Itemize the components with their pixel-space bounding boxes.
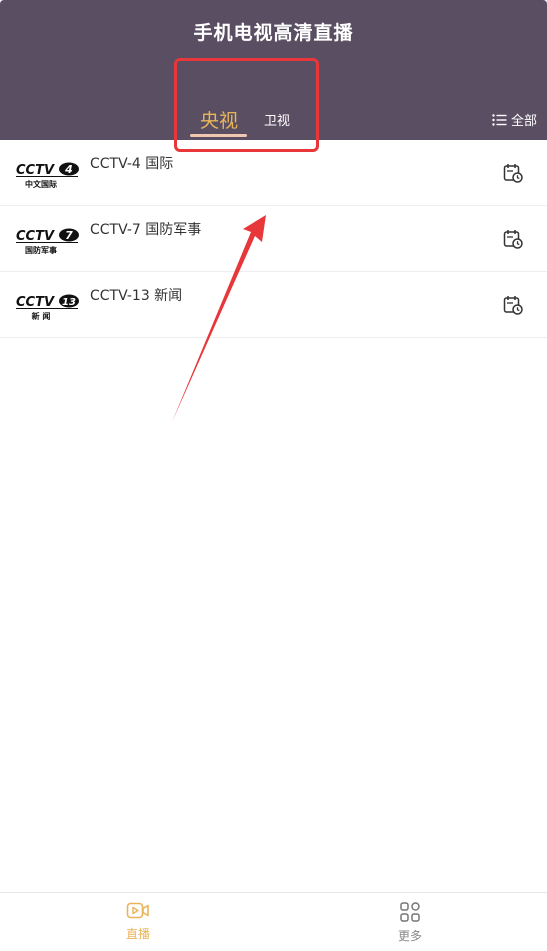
svg-text:CCTV: CCTV	[16, 163, 55, 178]
video-play-icon	[126, 902, 149, 919]
nav-live[interactable]: 直播	[108, 901, 168, 942]
grid-apps-icon	[400, 902, 420, 922]
active-tab-indicator	[190, 134, 247, 137]
nav-more[interactable]: 更多	[380, 901, 440, 944]
all-channels-label: 全部	[511, 114, 538, 129]
app-title: 手机电视高清直播	[193, 22, 354, 44]
cctv13-logo: CCTV 13 新 闻	[16, 294, 79, 320]
all-channels-button[interactable]: 全部	[492, 110, 537, 129]
calendar-clock-icon[interactable]	[503, 295, 523, 315]
svg-text:CCTV: CCTV	[16, 229, 55, 244]
channel-name: CCTV-7 国防军事	[90, 222, 202, 238]
channel-list: CCTV 4 中文国际 CCTV-4 国际 CCTV 7 国防军事 CCTV-7…	[0, 140, 547, 338]
channel-row-cctv4[interactable]: CCTV 4 中文国际 CCTV-4 国际	[0, 140, 547, 206]
svg-text:7: 7	[65, 229, 73, 242]
svg-text:新 闻: 新 闻	[32, 311, 51, 320]
bottom-nav: 直播 更多	[0, 892, 547, 951]
svg-text:4: 4	[64, 163, 73, 176]
nav-live-label: 直播	[125, 927, 150, 941]
svg-text:国防军事: 国防军事	[25, 245, 57, 254]
channel-name: CCTV-4 国际	[90, 156, 174, 172]
channel-row-cctv13[interactable]: CCTV 13 新 闻 CCTV-13 新闻	[0, 272, 547, 338]
calendar-clock-icon[interactable]	[503, 163, 523, 183]
tab-satellite[interactable]: 卫视	[264, 110, 290, 129]
svg-text:CCTV: CCTV	[16, 295, 55, 310]
nav-more-label: 更多	[397, 929, 422, 943]
cctv7-logo: CCTV 7 国防军事	[16, 228, 79, 254]
list-icon	[492, 113, 507, 126]
tab-cctv[interactable]: 央视	[200, 106, 238, 133]
channel-row-cctv7[interactable]: CCTV 7 国防军事 CCTV-7 国防军事	[0, 206, 547, 272]
channel-name: CCTV-13 新闻	[90, 288, 183, 304]
svg-text:13: 13	[62, 297, 76, 308]
cctv4-logo: CCTV 4 中文国际	[16, 162, 79, 188]
calendar-clock-icon[interactable]	[503, 229, 523, 249]
svg-text:中文国际: 中文国际	[25, 179, 57, 188]
app-header: 手机电视高清直播 央视 卫视 全部	[0, 0, 547, 140]
